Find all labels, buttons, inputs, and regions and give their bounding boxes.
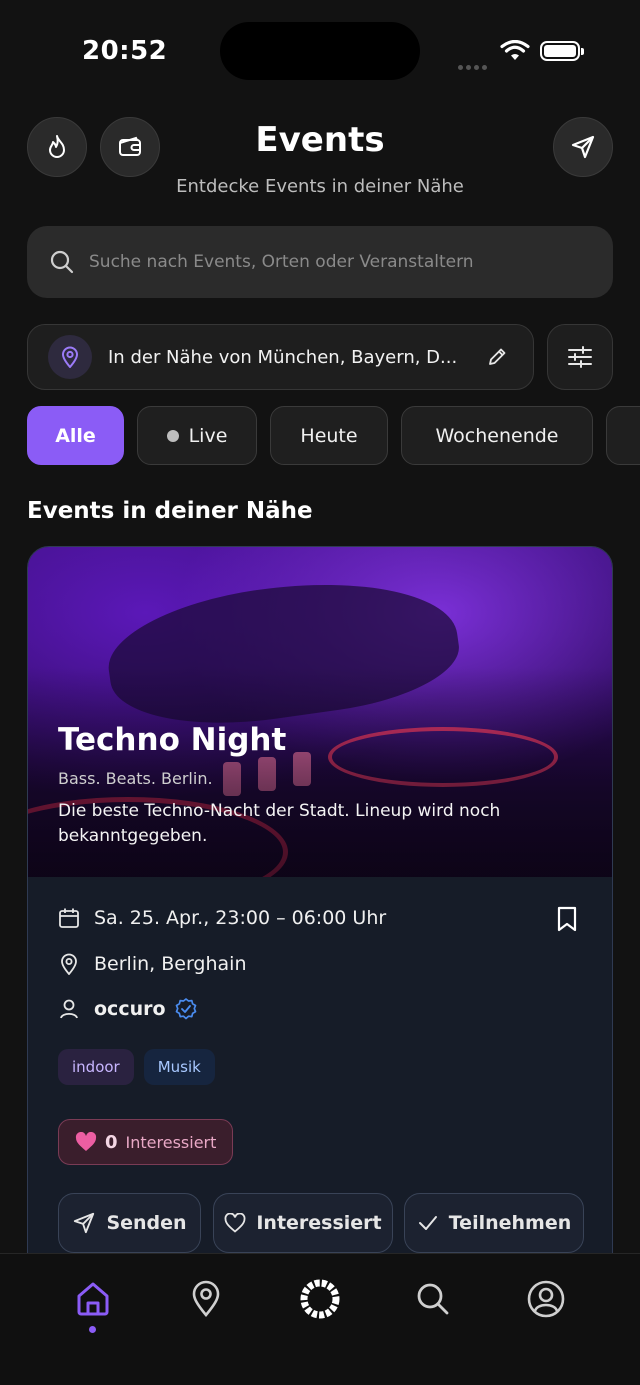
filter-button[interactable] xyxy=(547,324,613,390)
event-location: Berlin, Berghain xyxy=(94,953,247,975)
chip-label: Wochenende xyxy=(435,424,559,447)
heart-filled-icon xyxy=(75,1132,97,1151)
send-icon xyxy=(74,1212,95,1234)
nav-search[interactable] xyxy=(408,1274,458,1324)
interest-label: Interessiert xyxy=(125,1132,217,1152)
search-icon xyxy=(417,1283,449,1315)
nav-home[interactable] xyxy=(68,1274,118,1324)
event-description: Die beste Techno-Nacht der Stadt. Lineup… xyxy=(58,801,501,846)
nav-logo[interactable] xyxy=(295,1274,345,1324)
event-tagline: Bass. Beats. Berlin. xyxy=(58,769,213,788)
nav-map[interactable] xyxy=(181,1274,231,1324)
location-label: In der Nähe von München, Bayern, D... xyxy=(108,346,458,368)
logo-icon xyxy=(300,1279,340,1319)
event-location-row: Berlin, Berghain xyxy=(58,953,246,975)
map-pin-icon xyxy=(61,346,79,368)
dynamic-island xyxy=(220,22,420,80)
check-icon xyxy=(418,1216,437,1230)
map-pin-icon xyxy=(192,1280,220,1318)
chip-alle[interactable]: Alle xyxy=(27,406,124,465)
profile-icon xyxy=(527,1280,565,1318)
event-date-row: Sa. 25. Apr., 23:00 – 06:00 Uhr xyxy=(58,907,386,929)
send-label: Senden xyxy=(106,1212,187,1234)
map-pin-icon xyxy=(58,953,80,975)
interest-counter: 0 Interessiert xyxy=(58,1119,234,1165)
chip-wochenende[interactable]: Wochenende xyxy=(401,406,593,465)
chip-label: Live xyxy=(188,424,228,447)
wifi-icon xyxy=(500,40,530,60)
send-button[interactable]: Senden xyxy=(58,1193,201,1253)
filter-chips: Alle Live Heute Wochenende xyxy=(27,406,640,466)
battery-icon xyxy=(540,41,584,61)
event-organizer-row[interactable]: occuro xyxy=(58,997,198,1021)
chip-heute[interactable]: Heute xyxy=(270,406,388,465)
organizer-name[interactable]: occuro xyxy=(94,998,166,1020)
heart-icon xyxy=(224,1213,246,1233)
calendar-icon xyxy=(58,907,80,929)
share-button[interactable] xyxy=(553,117,613,177)
chip-label: Heute xyxy=(300,424,358,447)
event-date: Sa. 25. Apr., 23:00 – 06:00 Uhr xyxy=(94,907,387,929)
page-title: Events xyxy=(255,120,385,160)
live-dot-icon xyxy=(166,429,179,442)
interest-count: 0 xyxy=(105,1131,118,1153)
chip-more[interactable] xyxy=(606,406,640,465)
active-indicator xyxy=(89,1326,96,1333)
status-bar: 20:52 xyxy=(0,0,640,100)
search-input[interactable]: Suche nach Events, Orten oder Veranstalt… xyxy=(27,226,613,298)
tag-chip: Musik xyxy=(143,1049,215,1085)
user-icon xyxy=(58,998,80,1020)
send-icon xyxy=(571,135,595,159)
interested-label: Interessiert xyxy=(256,1212,382,1234)
sliders-icon xyxy=(568,346,592,368)
event-tags: indoor Musik xyxy=(58,1049,225,1085)
location-selector[interactable]: In der Nähe von München, Bayern, D... xyxy=(27,324,534,390)
pencil-icon[interactable] xyxy=(486,346,508,368)
section-title: Events in deiner Nähe xyxy=(27,498,313,524)
event-card[interactable]: Techno Night Bass. Beats. Berlin. Die be… xyxy=(27,546,613,1306)
status-time: 20:52 xyxy=(82,36,168,66)
signal-icon xyxy=(458,55,490,70)
chip-live[interactable]: Live xyxy=(137,406,257,465)
chip-label: Alle xyxy=(55,424,96,447)
page-subtitle: Entdecke Events in deiner Nähe xyxy=(176,176,464,197)
event-title: Techno Night xyxy=(58,722,287,758)
interested-button[interactable]: Interessiert xyxy=(213,1193,393,1253)
bookmark-icon[interactable] xyxy=(554,905,580,933)
location-pin-badge xyxy=(48,335,92,379)
bottom-nav xyxy=(0,1253,640,1385)
home-icon xyxy=(77,1282,109,1316)
attend-label: Teilnehmen xyxy=(448,1212,572,1234)
tag-chip: indoor xyxy=(58,1049,134,1085)
event-image: Techno Night Bass. Beats. Berlin. Die be… xyxy=(28,547,612,877)
nav-profile[interactable] xyxy=(521,1274,571,1324)
search-icon xyxy=(50,250,74,274)
verified-badge-icon xyxy=(175,998,196,1020)
attend-button[interactable]: Teilnehmen xyxy=(404,1193,584,1253)
search-placeholder: Suche nach Events, Orten oder Veranstalt… xyxy=(89,252,474,272)
